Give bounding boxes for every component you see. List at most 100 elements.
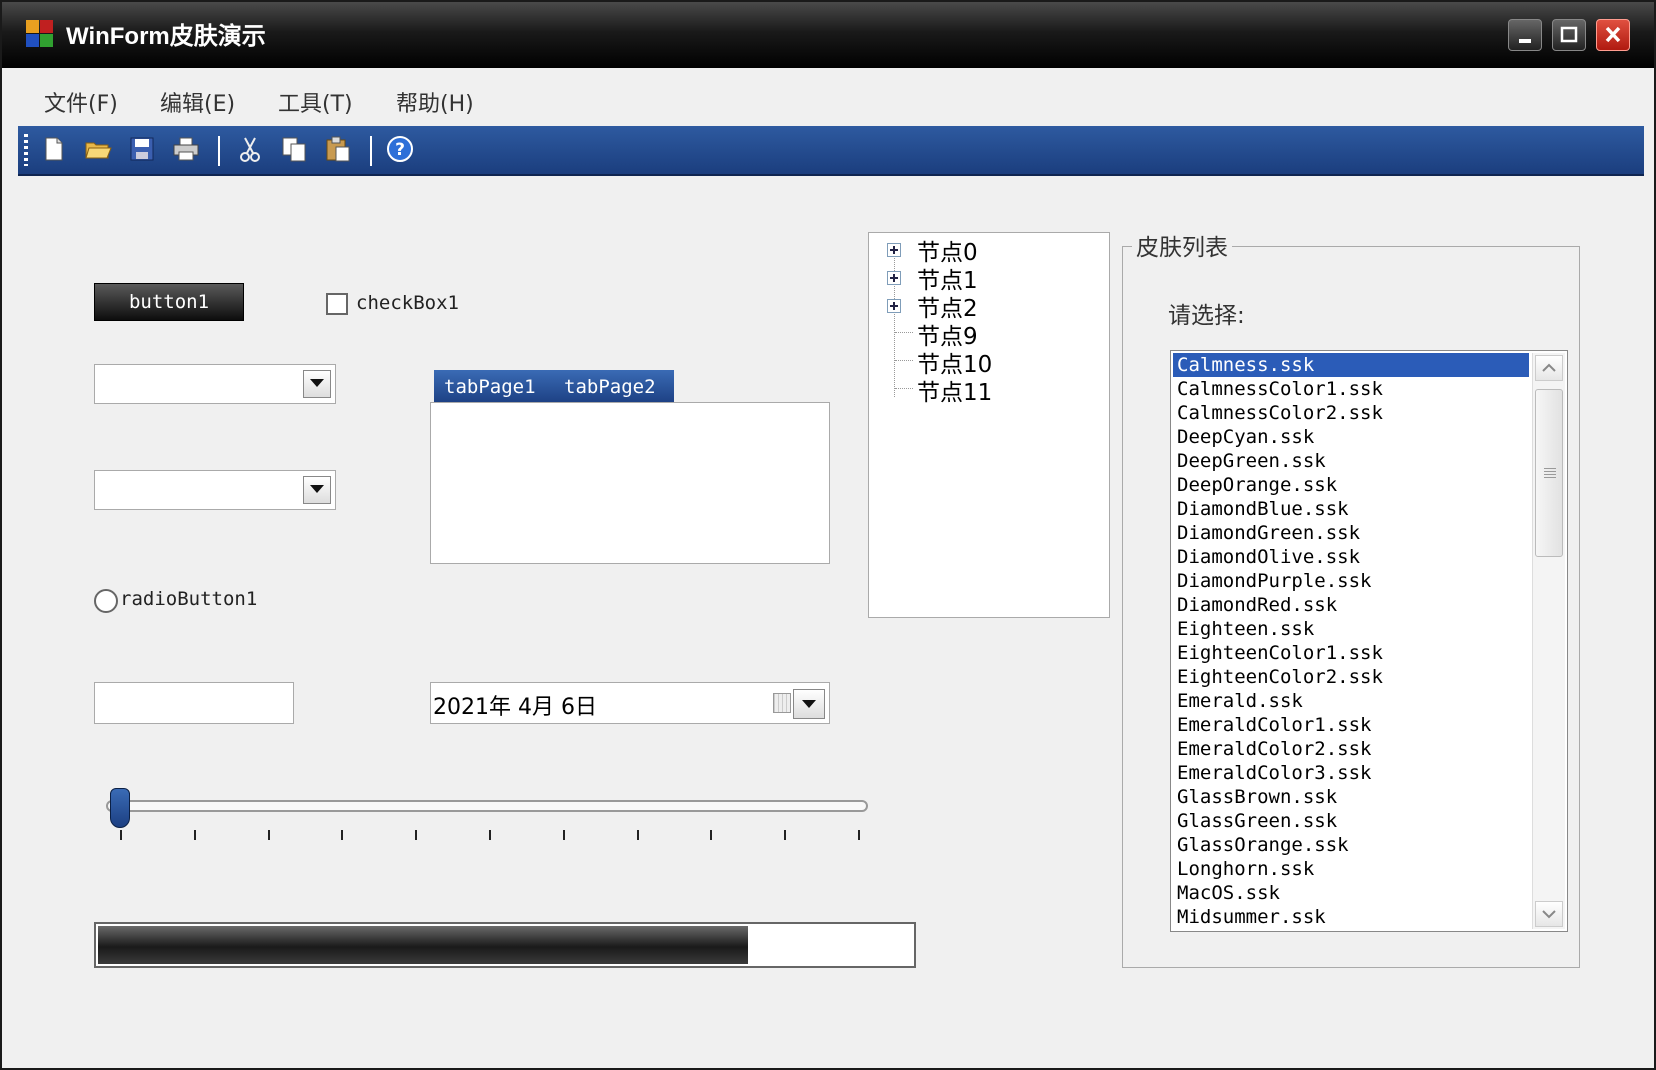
menu-tools[interactable]: 工具(T) [278,86,353,118]
skin-list-items: Calmness.ssk CalmnessColor1.ssk CalmnessCo… [1173,353,1529,929]
skin-list-item[interactable]: DiamondRed.ssk [1173,593,1529,617]
tab-tabpage1[interactable]: tabPage1 [434,370,554,404]
skin-list-item[interactable]: EmeraldColor2.ssk [1173,737,1529,761]
cut-icon[interactable] [236,135,264,163]
tree-node[interactable]: 节点0 [869,233,1109,266]
scroll-thumb[interactable] [1535,389,1563,557]
tab-tabpage2[interactable]: tabPage2 [554,370,674,404]
tree-node[interactable]: 节点2 [869,289,1109,322]
skin-list-item[interactable]: EmeraldColor3.ssk [1173,761,1529,785]
expand-plus-icon[interactable] [887,299,901,313]
copy-icon[interactable] [280,135,308,163]
calendar-icon [773,693,791,713]
skin-list-item[interactable]: DiamondBlue.ssk [1173,497,1529,521]
combobox2[interactable] [94,470,336,510]
skin-list-item[interactable]: CalmnessColor2.ssk [1173,401,1529,425]
tree-node[interactable]: 节点11 [869,373,1109,406]
menu-file[interactable]: 文件(F) [44,86,118,118]
skin-list-item[interactable]: Midsummer.ssk [1173,905,1529,929]
skin-list-group-title: 皮肤列表 [1132,228,1232,262]
checkbox1[interactable] [326,293,348,315]
tree-connector [895,360,913,361]
skin-listbox[interactable]: Calmness.ssk CalmnessColor1.ssk CalmnessCo… [1170,350,1568,932]
skin-list-item[interactable]: EmeraldColor1.ssk [1173,713,1529,737]
svg-text:?: ? [395,140,405,160]
textbox1[interactable] [94,682,294,724]
tree-node[interactable]: 节点9 [869,317,1109,350]
skin-list-item[interactable]: DeepOrange.ssk [1173,473,1529,497]
date-value: 2021年 4月 6日 [433,695,597,720]
trackbar-thumb[interactable] [110,788,130,828]
trackbar-tick [562,830,565,840]
skin-list-item[interactable]: EighteenColor2.ssk [1173,665,1529,689]
skin-list-item[interactable]: CalmnessColor1.ssk [1173,377,1529,401]
trackbar-tick [489,830,491,840]
tree-node-label: 节点11 [917,380,993,406]
button1[interactable]: button1 [94,283,244,321]
skin-list-item[interactable]: GlassBrown.ssk [1173,785,1529,809]
app-icon [26,20,54,48]
radiobutton1[interactable] [94,589,118,613]
listbox-scrollbar[interactable] [1532,353,1565,929]
trackbar-tick [267,830,270,840]
chevron-down-icon [310,379,324,387]
scroll-down-button[interactable] [1535,901,1563,927]
radiobutton1-label: radioButton1 [120,588,258,610]
date-dropdown-button[interactable] [793,689,825,719]
trackbar-tick [193,830,196,840]
close-icon [1605,26,1621,43]
date-picker[interactable]: 2021年 4月 6日 [430,682,830,724]
trackbar-tick [341,830,344,840]
skin-list-item[interactable]: DiamondPurple.ssk [1173,569,1529,593]
open-folder-icon[interactable] [84,135,112,163]
checkbox1-label: checkBox1 [356,292,459,314]
menu-edit[interactable]: 编辑(E) [160,86,235,118]
trackbar-tick [710,830,713,840]
minimize-icon [1519,39,1531,43]
minimize-button[interactable] [1508,19,1542,51]
trackbar-tick [784,830,787,840]
menu-help[interactable]: 帮助(H) [396,86,474,118]
combobox1-dropdown-button[interactable] [303,370,331,398]
close-button[interactable] [1596,19,1630,51]
tree-connector [895,332,913,333]
help-icon[interactable]: ? [386,135,414,163]
print-icon[interactable] [172,135,200,163]
skin-list-item[interactable]: GlassOrange.ssk [1173,833,1529,857]
new-document-icon[interactable] [40,135,68,163]
skin-list-item[interactable]: Emerald.ssk [1173,689,1529,713]
skin-list-item[interactable]: MacOS.ssk [1173,881,1529,905]
title-bar[interactable]: WinForm皮肤演示 [2,2,1654,68]
toolbar-grip[interactable] [24,134,28,166]
skin-list-item[interactable]: Longhorn.ssk [1173,857,1529,881]
skin-list-item[interactable]: GlassGreen.ssk [1173,809,1529,833]
paste-icon[interactable] [324,135,352,163]
combobox2-dropdown-button[interactable] [303,476,331,504]
tab-page-content [430,402,830,564]
trackbar-tick [636,830,639,840]
main-window: WinForm皮肤演示 文件(F) 编辑(E) 工具(T) 帮助(H) ? bu… [0,0,1656,1070]
skin-list-item[interactable]: DiamondOlive.ssk [1173,545,1529,569]
trackbar-track[interactable] [106,800,868,812]
expand-plus-icon[interactable] [887,243,901,257]
skin-list-item[interactable]: DeepGreen.ssk [1173,449,1529,473]
scroll-up-button[interactable] [1535,355,1563,381]
tree-node[interactable]: 节点10 [869,345,1109,378]
skin-select-prompt: 请选择: [1168,303,1245,329]
menu-bar: 文件(F) 编辑(E) 工具(T) 帮助(H) [2,68,1654,124]
skin-list-item[interactable]: DeepCyan.ssk [1173,425,1529,449]
chevron-up-icon [1542,363,1556,372]
maximize-button[interactable] [1552,19,1586,51]
window-title: WinForm皮肤演示 [66,23,266,50]
skin-list-item[interactable]: DiamondGreen.ssk [1173,521,1529,545]
skin-list-item[interactable]: Eighteen.ssk [1173,617,1529,641]
toolbar-separator [218,136,220,166]
skin-list-item[interactable]: Calmness.ssk [1173,353,1529,377]
save-icon[interactable] [128,135,156,163]
combobox1[interactable] [94,364,336,404]
chevron-down-icon [310,485,324,493]
tree-view[interactable]: 节点0 节点1 节点2 节点9 节点10 节点11 [868,232,1110,618]
expand-plus-icon[interactable] [887,271,901,285]
tree-node[interactable]: 节点1 [869,261,1109,294]
skin-list-item[interactable]: EighteenColor1.ssk [1173,641,1529,665]
